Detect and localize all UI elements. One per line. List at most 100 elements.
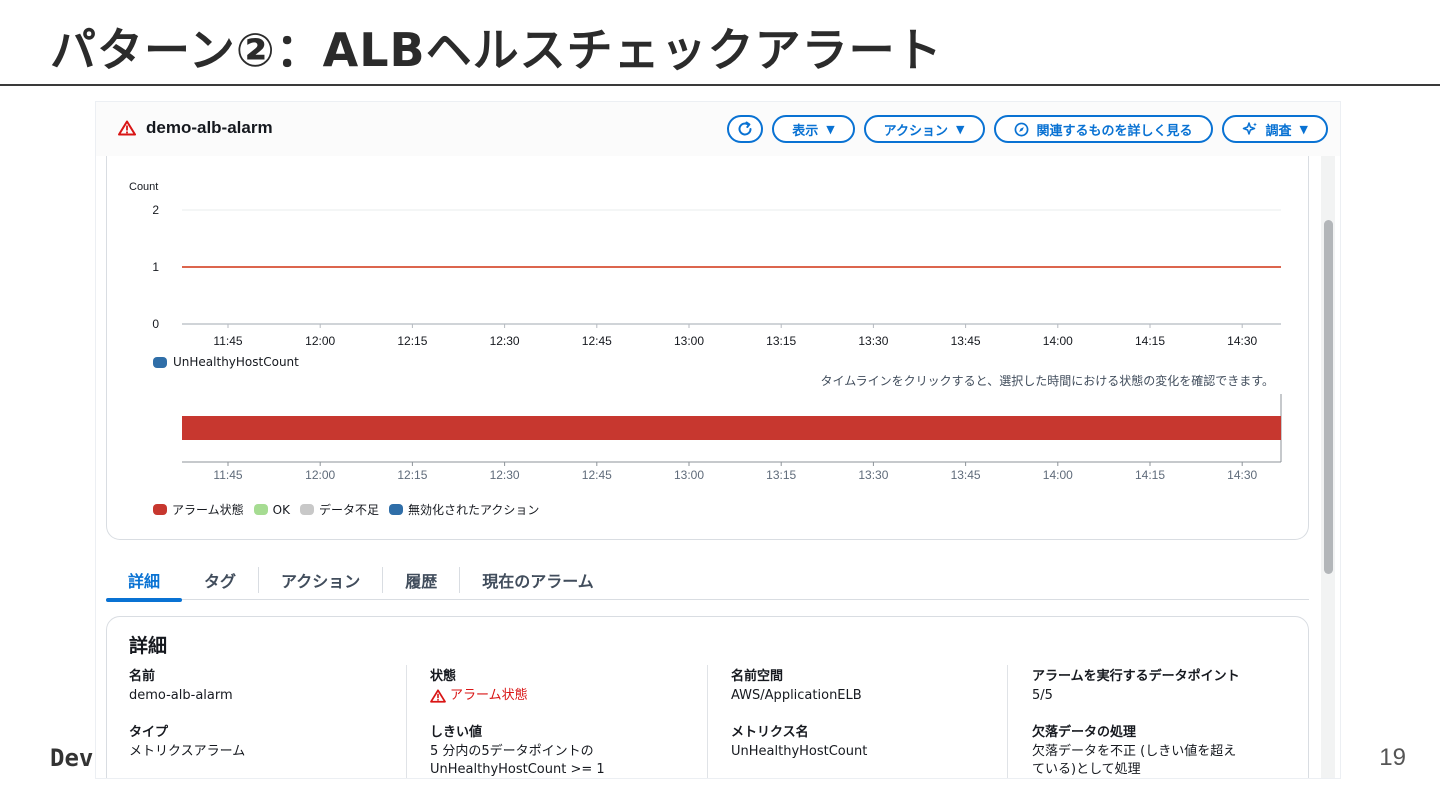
state-legend-swatch [153, 504, 167, 515]
x-tick-label: 12:15 [397, 334, 427, 348]
field-label: 状態 [430, 669, 457, 684]
field-datapoints: アラームを実行するデータポイント 5/5 [1032, 665, 1312, 705]
details-column-3: 名前空間 AWS/ApplicationELB メトリクス名 UnHealthy… [731, 665, 1011, 777]
timeline-tick-label: 12:45 [582, 468, 612, 482]
timeline-tick-label: 13:30 [858, 468, 888, 482]
state-legend-item[interactable]: アラーム状態 [153, 501, 244, 518]
field-label: 欠落データの処理 [1032, 725, 1137, 740]
field-label: タイプ [129, 725, 169, 740]
page-number: 19 [1379, 744, 1406, 771]
view-label: 表示 [792, 123, 819, 139]
refresh-button[interactable] [727, 115, 764, 143]
missing-line-1: 欠落データを不正 (しきい値を超え [1032, 744, 1237, 759]
tab-history[interactable]: 履歴 [383, 560, 459, 600]
y-tick-label: 0 [152, 317, 159, 331]
x-tick-label: 13:15 [766, 334, 796, 348]
field-threshold: しきい値 5 分内の5データポイントの UnHealthyHostCount >… [430, 721, 710, 778]
y-tick-label: 2 [152, 203, 159, 217]
actions-label: アクション [883, 123, 949, 139]
compass-icon [1014, 122, 1028, 136]
alarm-header: demo-alb-alarm 表示 ▼ アクション ▼ 関連するものを詳しく見る… [96, 102, 1340, 156]
tab-details[interactable]: 詳細 [106, 560, 183, 602]
footer-brand: Dev [50, 744, 94, 772]
caret-down-icon: ▼ [1299, 122, 1308, 136]
timeline-tick-label: 12:00 [305, 468, 335, 482]
x-tick-label: 14:30 [1227, 334, 1257, 348]
state-legend-item[interactable]: OK [253, 502, 290, 517]
column-divider [707, 665, 708, 778]
x-tick-label: 14:15 [1135, 334, 1165, 348]
field-name: 名前 demo-alb-alarm [129, 665, 409, 705]
state-legend-label: 無効化されたアクション [407, 503, 540, 517]
sparkle-icon [1242, 122, 1257, 135]
warning-icon [430, 689, 446, 703]
explore-related-button[interactable]: 関連するものを詳しく見る [993, 115, 1213, 143]
investigate-label: 調査 [1265, 123, 1292, 139]
field-value: AWS/ApplicationELB [731, 688, 862, 703]
missing-line-2: ている)として処理 [1032, 762, 1141, 777]
timeline-tick-label: 12:15 [397, 468, 427, 482]
field-label: アラームを実行するデータポイント [1032, 669, 1240, 684]
timeline-tick-label: 13:45 [951, 468, 981, 482]
view-dropdown-button[interactable]: 表示 ▼ [772, 115, 855, 143]
field-type: タイプ メトリクスアラーム [129, 721, 409, 761]
field-value: UnHealthyHostCount [731, 744, 868, 759]
state-legend-label: OK [272, 502, 290, 517]
state-legend-swatch [388, 504, 403, 515]
x-tick-label: 12:00 [305, 334, 335, 348]
refresh-icon [738, 121, 752, 136]
alarm-title: demo-alb-alarm [118, 118, 273, 138]
alarm-tabs: 詳細 タグ アクション 履歴 現在のアラーム [106, 560, 1309, 602]
alarm-chart-card: Count 2 1 0 11:45 12:00 12:15 12:30 12:45 13:00 13… [106, 148, 1309, 540]
slide-title: パターン②：ALBヘルスチェックアラート [50, 23, 943, 77]
x-tick-label: 14:00 [1043, 334, 1073, 348]
x-tick-label: 11:45 [213, 334, 242, 348]
details-card: 詳細 名前 demo-alb-alarm タイプ メトリクスアラーム 状態 アラ… [106, 616, 1309, 778]
field-label: しきい値 [430, 725, 483, 740]
threshold-line-2: UnHealthyHostCount >= 1 [430, 762, 605, 777]
metric-legend-swatch [153, 356, 167, 368]
alarm-charts: Count 2 1 0 11:45 12:00 12:15 12:30 12:45 13:00 13… [129, 181, 1282, 482]
details-heading: 詳細 [129, 635, 168, 657]
tab-actions[interactable]: アクション [259, 560, 382, 600]
state-legend-item[interactable]: データ不足 [299, 501, 379, 518]
field-value: アラーム状態 [430, 687, 710, 705]
tab-current-alarms[interactable]: 現在のアラーム [460, 560, 616, 600]
timeline-tick-label: 14:00 [1043, 468, 1073, 482]
state-legend-swatch [253, 504, 268, 515]
field-namespace: 名前空間 AWS/ApplicationELB [731, 665, 1011, 705]
y-axis-label: Count [129, 181, 158, 193]
details-column-2: 状態 アラーム状態 しきい値 5 分内の5データポイントの UnHealthyH… [430, 665, 710, 778]
field-value: demo-alb-alarm [129, 688, 233, 703]
metric-legend: UnHealthyHostCount [153, 355, 299, 369]
metric-legend-label[interactable]: UnHealthyHostCount [173, 355, 299, 369]
alarm-state-bar [182, 416, 1281, 440]
timeline-tick-label: 14:15 [1135, 468, 1165, 482]
explore-related-label: 関連するものを詳しく見る [1036, 123, 1193, 139]
console-screenshot: Count 2 1 0 11:45 12:00 12:15 12:30 12:45 13:00 13… [96, 102, 1340, 778]
alarm-toolbar: 表示 ▼ アクション ▼ 関連するものを詳しく見る 調査 ▼ [727, 115, 1328, 143]
caret-down-icon: ▼ [826, 122, 835, 136]
state-legend-item[interactable]: 無効化されたアクション [388, 501, 540, 518]
threshold-line-1: 5 分内の5データポイントの [430, 744, 594, 759]
alarm-name: demo-alb-alarm [146, 118, 273, 137]
x-tick-label: 12:30 [490, 334, 520, 348]
timeline-tick-label: 14:30 [1227, 468, 1257, 482]
details-column-1: 名前 demo-alb-alarm タイプ メトリクスアラーム [129, 665, 409, 777]
scrollbar-thumb[interactable] [1324, 220, 1333, 574]
field-label: 名前空間 [731, 669, 784, 684]
field-state: 状態 アラーム状態 [430, 665, 710, 705]
column-divider [1007, 665, 1008, 778]
warning-icon [118, 120, 136, 136]
timeline-tick-label: 12:30 [490, 468, 520, 482]
y-tick-label: 1 [152, 260, 159, 274]
state-legend-label: データ不足 [318, 503, 379, 517]
caret-down-icon: ▼ [956, 122, 965, 136]
actions-dropdown-button[interactable]: アクション ▼ [863, 115, 985, 143]
investigate-dropdown-button[interactable]: 調査 ▼ [1221, 115, 1328, 143]
tab-tags[interactable]: タグ [182, 560, 258, 600]
x-tick-label: 13:30 [858, 334, 888, 348]
timeline-note: タイムラインをクリックすると、選択した時間における状態の変化を確認できます。 [820, 374, 1274, 388]
state-value: アラーム状態 [450, 688, 528, 703]
x-tick-label: 13:45 [951, 334, 981, 348]
